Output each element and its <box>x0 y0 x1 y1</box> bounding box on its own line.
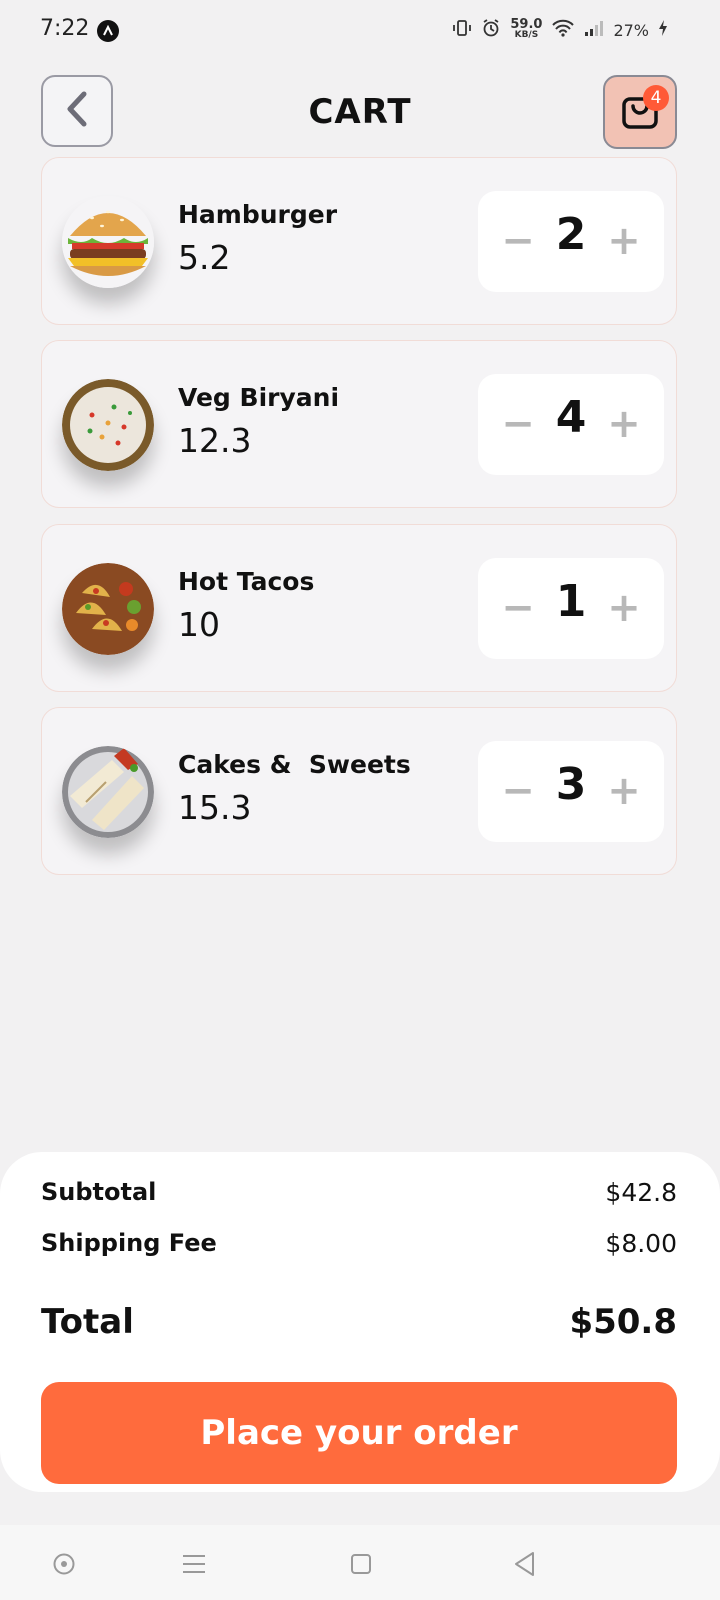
cart-item-veg-biryani: Veg Biryani 12.3 − 4 + <box>41 340 677 508</box>
quantity-stepper: − 1 + <box>478 558 664 659</box>
item-price: 5.2 <box>178 238 231 277</box>
item-price: 12.3 <box>178 421 252 460</box>
increase-button[interactable]: + <box>604 768 644 814</box>
hot-tacos-image <box>62 563 154 655</box>
quantity-stepper: − 2 + <box>478 191 664 292</box>
circle-dot-icon[interactable] <box>47 1547 81 1581</box>
item-name: Veg Biryani <box>178 383 340 412</box>
increase-button[interactable]: + <box>604 401 644 447</box>
vibrate-icon <box>452 18 472 42</box>
subtotal-value: $42.8 <box>605 1178 677 1207</box>
app-notification-icon <box>97 20 119 42</box>
network-speed: 59.0 KB/S <box>510 17 543 40</box>
shipping-label: Shipping Fee <box>41 1229 217 1257</box>
place-order-button[interactable]: Place your order <box>41 1382 677 1484</box>
item-price: 10 <box>178 605 220 644</box>
item-price: 15.3 <box>178 788 252 827</box>
total-row: Total $50.8 <box>41 1302 677 1342</box>
back-triangle-icon[interactable] <box>508 1547 542 1581</box>
quantity-stepper: − 3 + <box>478 741 664 842</box>
battery-level: 27% <box>613 20 649 40</box>
item-name: Cakes & Sweets <box>178 750 411 779</box>
cart-item-hot-tacos: Hot Tacos 10 − 1 + <box>41 524 677 692</box>
quantity-stepper: − 4 + <box>478 374 664 475</box>
cart-count-badge: 4 <box>643 85 669 111</box>
total-label: Total <box>41 1302 134 1342</box>
cart-item-cakes-sweets: Cakes & Sweets 15.3 − 3 + <box>41 707 677 875</box>
subtotal-label: Subtotal <box>41 1178 157 1206</box>
cart-item-hamburger: Hamburger 5.2 − 2 + <box>41 157 677 325</box>
alarm-icon <box>481 18 501 42</box>
status-time: 7:22 <box>40 16 90 41</box>
shipping-row: Shipping Fee $8.00 <box>41 1229 677 1258</box>
status-bar: 7:22 59.0 KB/S 27% <box>0 0 720 62</box>
order-summary: Subtotal $42.8 Shipping Fee $8.00 Total … <box>0 1152 720 1492</box>
item-name: Hot Tacos <box>178 567 315 596</box>
home-square-icon[interactable] <box>344 1547 378 1581</box>
system-nav-bar <box>0 1525 720 1600</box>
cart-button[interactable]: 4 <box>603 75 677 149</box>
cakes-sweets-image <box>62 746 154 838</box>
increase-button[interactable]: + <box>604 585 644 631</box>
signal-icon <box>584 19 604 41</box>
hamburger-image <box>62 196 154 288</box>
shipping-value: $8.00 <box>605 1229 677 1258</box>
status-icons: 59.0 KB/S 27% <box>452 18 668 42</box>
increase-button[interactable]: + <box>604 218 644 264</box>
wifi-icon <box>551 18 575 42</box>
item-name: Hamburger <box>178 200 338 229</box>
menu-icon[interactable] <box>177 1547 211 1581</box>
veg-biryani-image <box>62 379 154 471</box>
charging-icon <box>658 19 668 41</box>
total-value: $50.8 <box>569 1302 677 1342</box>
subtotal-row: Subtotal $42.8 <box>41 1178 677 1207</box>
